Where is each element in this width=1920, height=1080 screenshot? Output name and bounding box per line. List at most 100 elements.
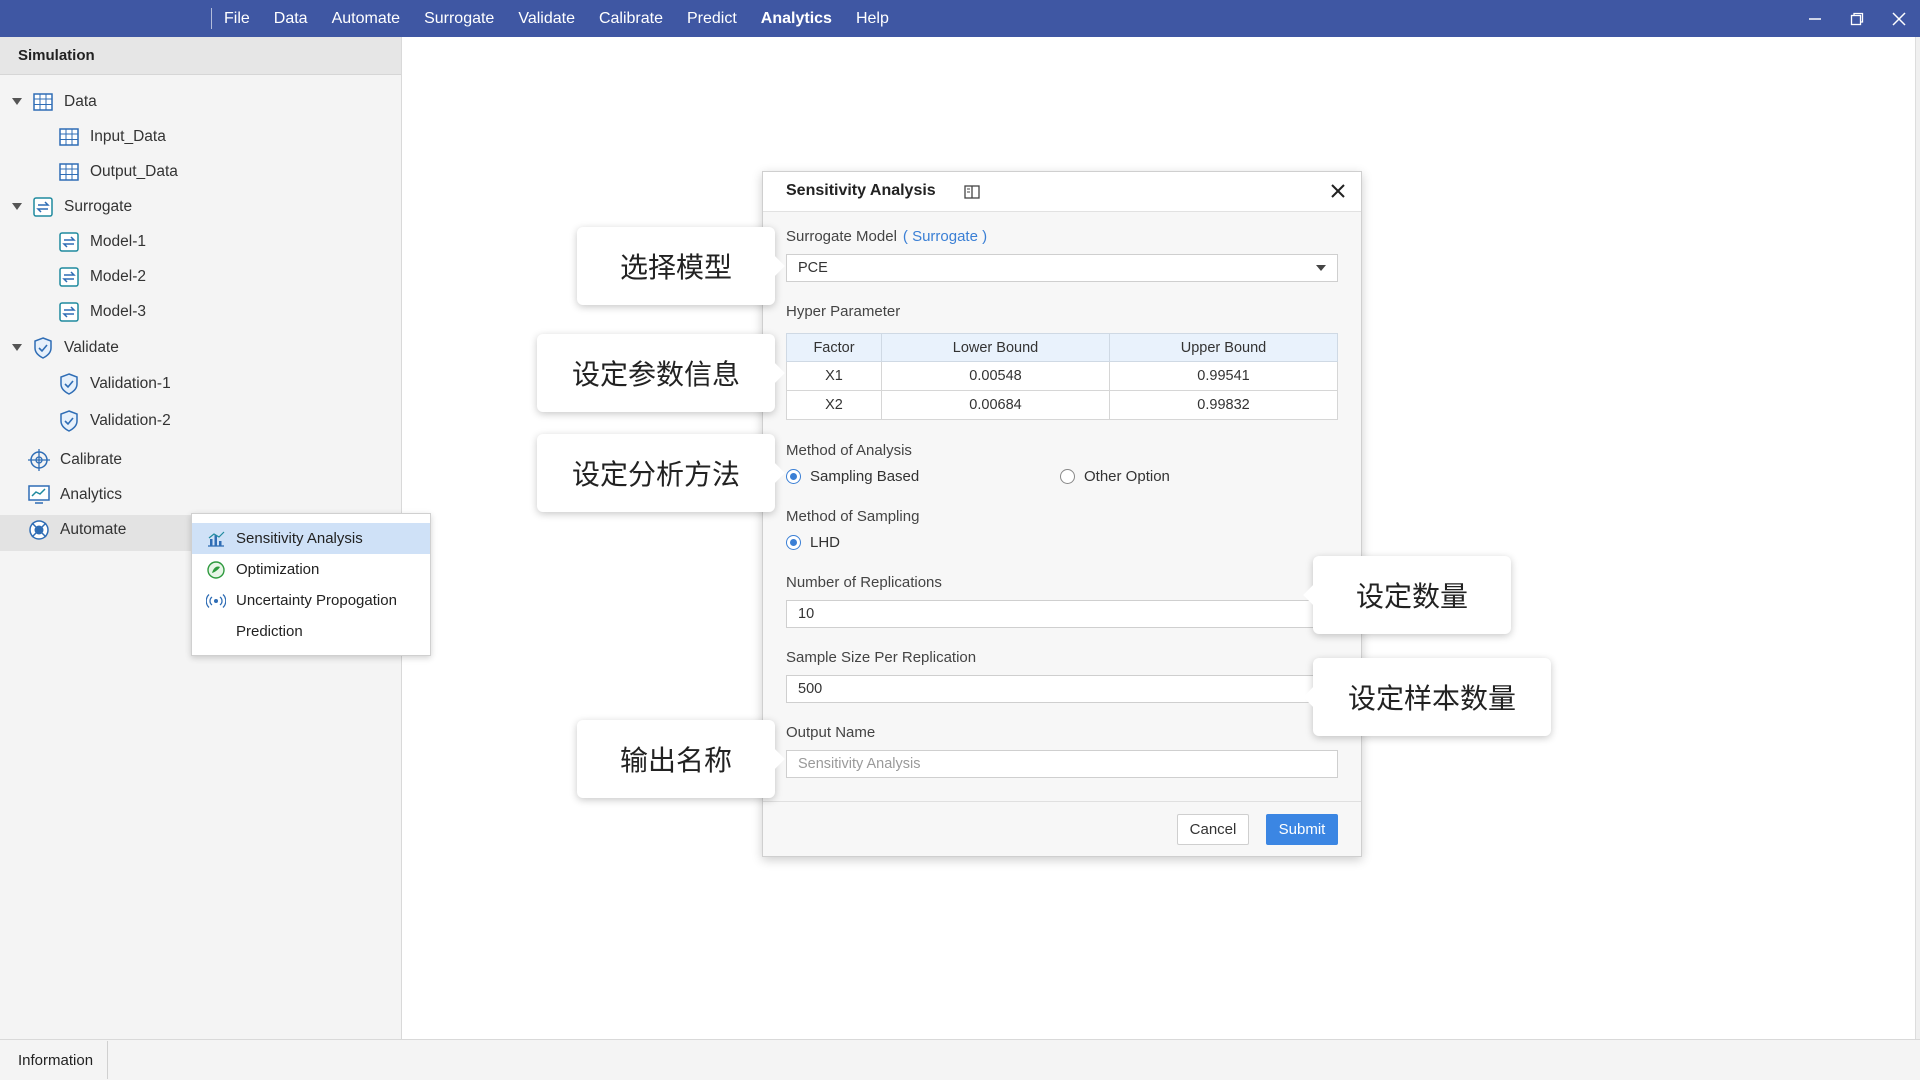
callout-text: 输出名称 [619, 744, 732, 777]
callout-set-sample-count: 设定样本数量 [1303, 658, 1551, 736]
shield-check-icon [58, 410, 80, 432]
shield-check-icon [32, 337, 54, 359]
analytics-chart-icon [28, 484, 50, 506]
sample-size-input[interactable]: 500 [786, 675, 1338, 703]
tree-item-validate[interactable]: Validate [10, 333, 119, 363]
table-cell[interactable]: 0.99832 [1109, 390, 1338, 420]
method-of-sampling-label: Method of Sampling [786, 508, 920, 525]
tree-label: Output_Data [90, 163, 178, 180]
menu-bar: File Data Automate Surrogate Validate Ca… [0, 0, 1920, 37]
surrogate-icon [58, 231, 80, 253]
tree-item-surrogate[interactable]: Surrogate [10, 192, 132, 222]
table-row: X1 0.00548 0.99541 [786, 361, 1338, 391]
radio-sampling-based[interactable]: Sampling Based [786, 468, 919, 485]
table-cell: X1 [786, 361, 882, 391]
callout-set-parameters: 设定参数信息 [537, 334, 785, 412]
minimize-icon[interactable] [1794, 0, 1836, 37]
ctx-item-sensitivity-analysis[interactable]: Sensitivity Analysis [192, 523, 430, 554]
callout-text: 设定分析方法 [571, 458, 740, 491]
menu-automate[interactable]: Automate [332, 10, 400, 28]
table-row: X2 0.00684 0.99832 [786, 390, 1338, 420]
radio-other-option[interactable]: Other Option [1060, 468, 1170, 485]
table-cell[interactable]: 0.99541 [1109, 361, 1338, 391]
table-icon [58, 161, 80, 183]
method-of-analysis-label: Method of Analysis [786, 442, 912, 459]
window-controls [1794, 0, 1920, 37]
output-name-input[interactable]: Sensitivity Analysis [786, 750, 1338, 778]
dialog-header: Sensitivity Analysis [763, 172, 1361, 212]
tree-label: Surrogate [64, 198, 133, 215]
automate-icon [28, 519, 50, 541]
tree-item-validation-2[interactable]: Validation-2 [58, 406, 171, 436]
menu-analytics[interactable]: Analytics [761, 10, 832, 28]
optimization-icon [206, 560, 226, 580]
submit-button[interactable]: Submit [1266, 814, 1338, 845]
tree-item-analytics[interactable]: Analytics [28, 480, 122, 510]
tree-label: Validation-1 [90, 375, 171, 392]
surrogate-icon [58, 301, 80, 323]
radio-dot [786, 469, 801, 484]
menu-validate[interactable]: Validate [518, 10, 575, 28]
tree-item-validation-1[interactable]: Validation-1 [58, 369, 171, 399]
bar-chart-icon [206, 529, 226, 549]
tree-label: Data [64, 93, 97, 110]
ctx-item-optimization[interactable]: Optimization [192, 554, 430, 585]
restore-icon[interactable] [1836, 0, 1878, 37]
tree-item-input-data[interactable]: Input_Data [58, 122, 166, 152]
callout-text: 设定参数信息 [571, 358, 740, 391]
ctx-label: Sensitivity Analysis [236, 530, 363, 547]
tree-item-output-data[interactable]: Output_Data [58, 157, 178, 187]
close-icon[interactable] [1329, 182, 1347, 200]
tree-label: Analytics [60, 486, 123, 503]
replications-input[interactable]: 10 [786, 600, 1338, 628]
ctx-item-uncertainty-propogation[interactable]: Uncertainty Propogation [192, 585, 430, 616]
replications-label: Number of Replications [786, 574, 942, 591]
table-header: Upper Bound [1109, 333, 1338, 362]
output-name-label: Output Name [786, 724, 876, 741]
ctx-label: Optimization [236, 561, 320, 578]
chevron-down-icon[interactable] [10, 341, 24, 355]
chevron-down-icon[interactable] [10, 200, 24, 214]
hyper-parameter-table: Factor Lower Bound Upper Bound X1 0.0054… [786, 333, 1338, 420]
tree-label: Input_Data [90, 128, 166, 145]
callout-set-count: 设定数量 [1303, 556, 1511, 634]
surrogate-icon [58, 266, 80, 288]
surrogate-link[interactable]: ( Surrogate ) [903, 228, 987, 245]
dialog-footer: Cancel Submit [763, 801, 1361, 856]
tree-item-automate[interactable]: Automate [28, 515, 126, 545]
menu-predict[interactable]: Predict [687, 10, 737, 28]
radio-lhd[interactable]: LHD [786, 534, 840, 551]
tree-item-data[interactable]: Data [10, 87, 97, 117]
sensitivity-analysis-dialog: Sensitivity Analysis Surrogate Model ( Su… [762, 171, 1362, 857]
shield-check-icon [58, 373, 80, 395]
close-window-icon[interactable] [1878, 0, 1920, 37]
callout-text: 设定样本数量 [1347, 682, 1516, 715]
tree-item-model-3[interactable]: Model-3 [58, 297, 146, 327]
chevron-down-icon[interactable] [10, 95, 24, 109]
ctx-label: Prediction [236, 623, 303, 640]
information-tab[interactable]: Information [4, 1041, 109, 1079]
callout-select-model: 选择模型 [577, 227, 785, 305]
ctx-item-prediction[interactable]: Prediction [192, 616, 430, 647]
menu-surrogate[interactable]: Surrogate [424, 10, 494, 28]
radio-label: Sampling Based [810, 468, 920, 485]
table-icon [32, 91, 54, 113]
table-cell[interactable]: 0.00684 [881, 390, 1110, 420]
menu-help[interactable]: Help [856, 10, 889, 28]
surrogate-model-select[interactable]: PCE [786, 254, 1338, 282]
table-cell[interactable]: 0.00548 [881, 361, 1110, 391]
tree-item-calibrate[interactable]: Calibrate [28, 445, 122, 475]
radio-label: LHD [810, 534, 841, 551]
select-value: PCE [798, 260, 828, 276]
radio-label: Other Option [1084, 468, 1170, 485]
cancel-button[interactable]: Cancel [1177, 814, 1249, 845]
radio-dot [1060, 469, 1075, 484]
table-header: Factor [786, 333, 882, 362]
table-icon [58, 126, 80, 148]
menu-calibrate[interactable]: Calibrate [599, 10, 663, 28]
book-icon[interactable] [963, 183, 981, 201]
menu-data[interactable]: Data [274, 10, 308, 28]
tree-item-model-2[interactable]: Model-2 [58, 262, 146, 292]
menu-file[interactable]: File [224, 10, 250, 28]
tree-item-model-1[interactable]: Model-1 [58, 227, 146, 257]
